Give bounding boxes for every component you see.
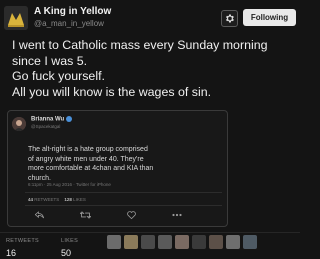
liker-avatar[interactable] xyxy=(158,235,172,249)
retweet-icon xyxy=(79,211,91,219)
like-button[interactable] xyxy=(124,209,138,221)
tweet-line: since I was 5. xyxy=(12,53,88,68)
author-handle[interactable]: @a_man_in_yellow xyxy=(34,19,104,28)
tweet-line: All you will know is the wages of sin. xyxy=(12,84,212,99)
liker-avatar[interactable] xyxy=(192,235,206,249)
quoted-line: of angry white men under 40. They're xyxy=(28,155,144,163)
divider xyxy=(25,205,222,206)
quoted-author-name[interactable]: Brianna Wu xyxy=(31,117,64,123)
retweets-label: RETWEETS xyxy=(6,238,39,244)
likes-label: LIKES xyxy=(61,238,79,244)
heart-icon xyxy=(126,211,136,219)
tweet-line: Go fuck yourself. xyxy=(12,69,105,83)
reply-icon xyxy=(34,211,44,219)
quoted-timestamp[interactable]: 6:11pm · 25 Aug 2016 · Twitter for iPhon… xyxy=(28,182,111,187)
liker-avatar[interactable] xyxy=(175,235,189,249)
quoted-likes-count[interactable]: 128 xyxy=(64,197,72,202)
quoted-author-name-row[interactable]: Brianna Wu xyxy=(31,116,73,123)
retweet-button[interactable] xyxy=(78,209,92,221)
author-name[interactable]: A King in Yellow xyxy=(34,6,111,17)
divider xyxy=(25,192,222,193)
quoted-line: more comfortable at 4chan and KIA than xyxy=(28,165,154,172)
retweets-count[interactable]: 16 xyxy=(6,248,16,258)
quoted-likes-label: LIKES xyxy=(73,197,86,202)
quoted-line: The alt-right is a hate group comprised xyxy=(28,146,148,153)
more-button[interactable] xyxy=(170,209,184,221)
quoted-author-avatar[interactable] xyxy=(12,117,26,131)
likes-count[interactable]: 50 xyxy=(61,248,71,258)
author-avatar[interactable] xyxy=(4,6,28,30)
liker-avatar[interactable] xyxy=(107,235,121,249)
settings-button[interactable] xyxy=(221,10,238,27)
quoted-retweets-count[interactable]: 44 xyxy=(28,197,33,202)
reply-button[interactable] xyxy=(32,209,46,221)
liker-avatar[interactable] xyxy=(141,235,155,249)
tweet-stats: RETWEETS 16 LIKES 50 xyxy=(0,232,300,259)
liker-avatar[interactable] xyxy=(209,235,223,249)
more-icon xyxy=(172,213,182,217)
quoted-stats: 44 RETWEETS 128 LIKES xyxy=(28,197,86,202)
quoted-retweets-label: RETWEETS xyxy=(34,197,60,202)
verified-icon xyxy=(66,116,73,122)
tweet-header: A King in Yellow @a_man_in_yellow Follow… xyxy=(0,0,300,36)
quoted-author-handle[interactable]: @Spacekatgal xyxy=(31,124,60,129)
tweet-text: I went to Catholic mass every Sunday mor… xyxy=(12,38,294,100)
liker-avatar[interactable] xyxy=(243,235,257,249)
liker-avatar[interactable] xyxy=(124,235,138,249)
gear-icon xyxy=(226,14,234,23)
tweet-line: I went to Catholic mass every Sunday mor… xyxy=(12,38,268,52)
quoted-tweet-text: The alt-right is a hate group comprised … xyxy=(28,145,218,183)
liker-avatar[interactable] xyxy=(226,235,240,249)
quoted-tweet[interactable]: Brianna Wu @Spacekatgal The alt-right is… xyxy=(7,110,228,227)
quoted-actions xyxy=(32,209,222,221)
following-button[interactable]: Following xyxy=(243,9,296,26)
